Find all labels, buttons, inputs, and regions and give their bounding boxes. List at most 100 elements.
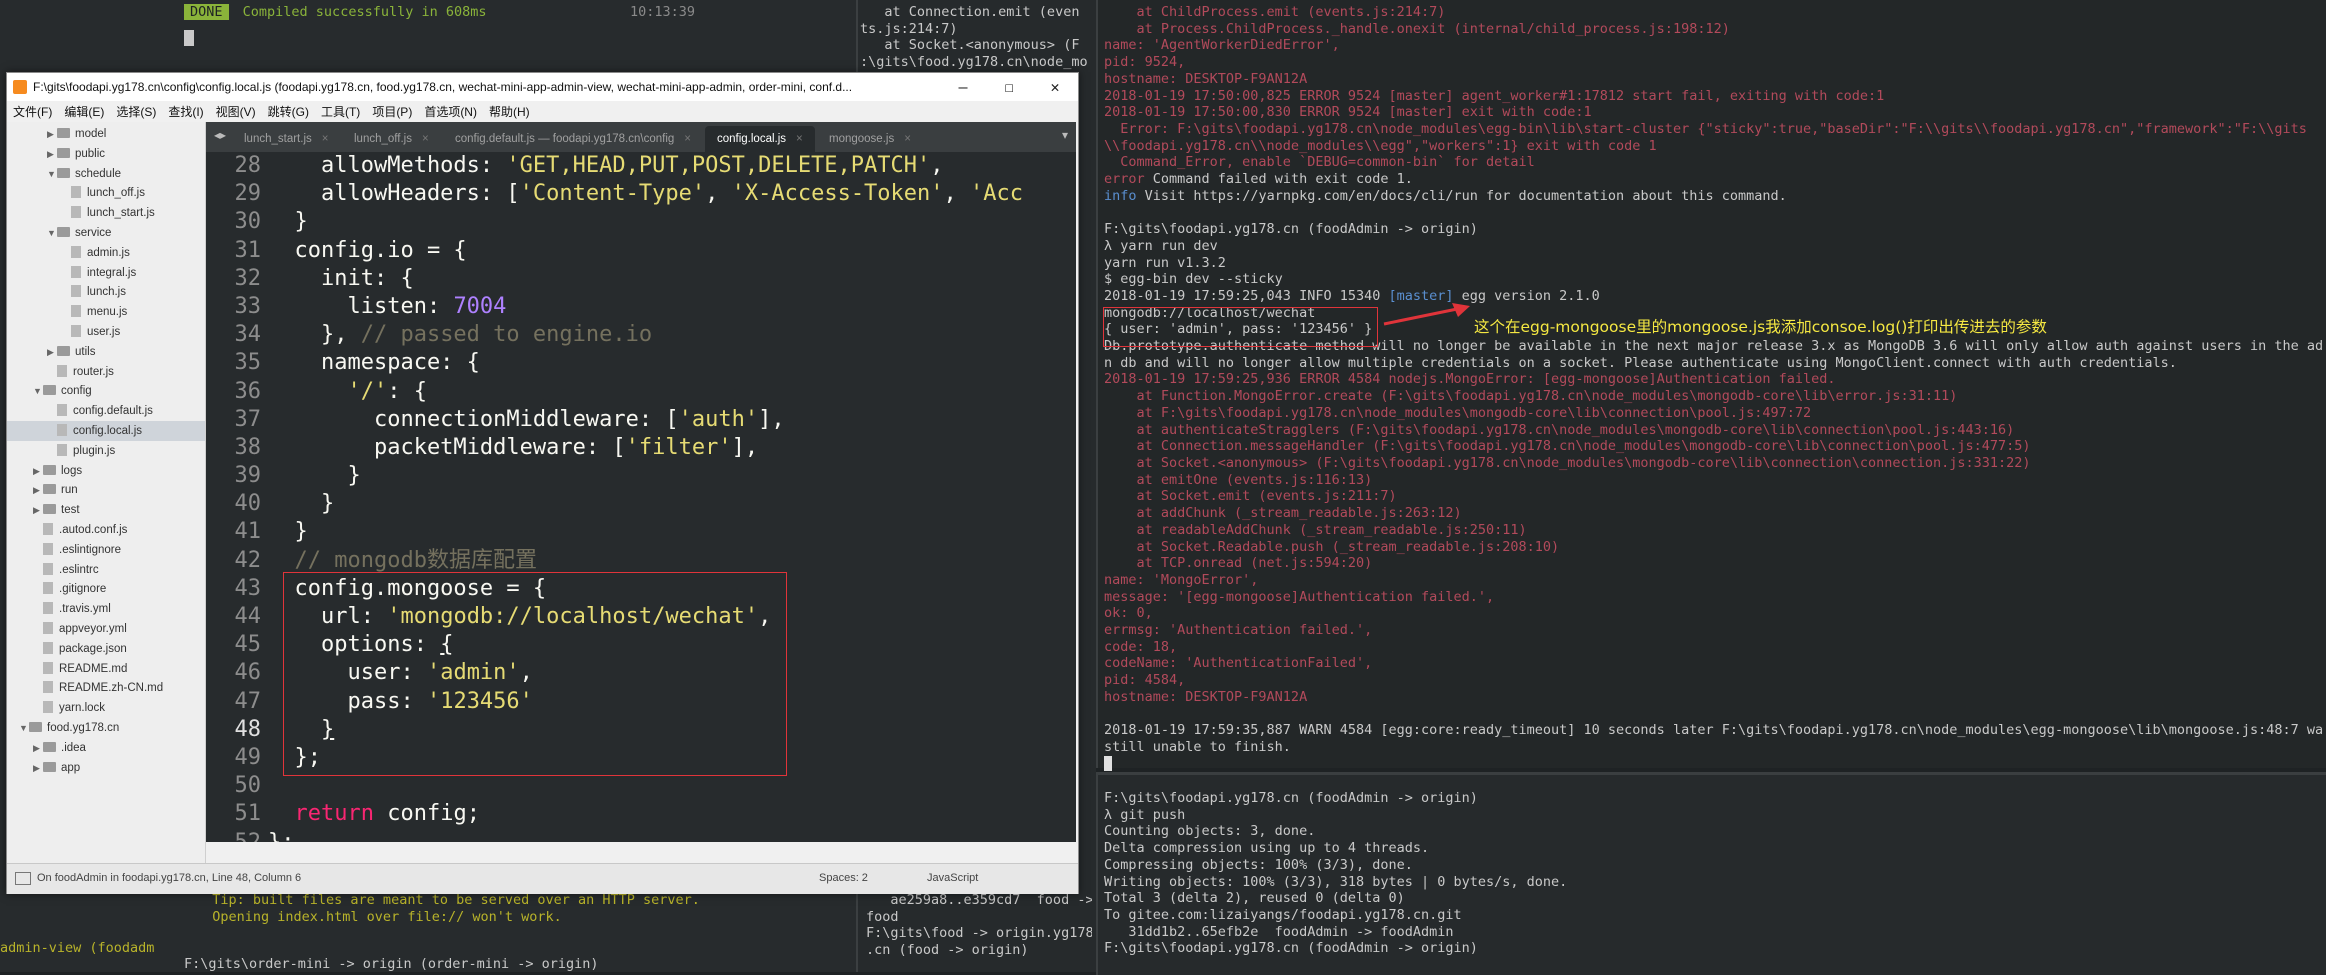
chevron-right-icon[interactable]: ▶ bbox=[33, 480, 43, 500]
panel-toggle-icon[interactable] bbox=[15, 872, 31, 885]
sidebar-folder[interactable]: ▶ public bbox=[7, 144, 205, 164]
sidebar-file[interactable]: .eslintrc bbox=[7, 560, 205, 580]
sidebar-folder[interactable]: ▶ .idea bbox=[7, 738, 205, 758]
sidebar-folder[interactable]: ▶ logs bbox=[7, 461, 205, 481]
editor-titlebar[interactable]: F:\gits\foodapi.yg178.cn\config\config.l… bbox=[7, 73, 1078, 101]
code-line[interactable]: } bbox=[268, 518, 1048, 546]
code-line[interactable]: init: { bbox=[268, 265, 1048, 293]
code-line[interactable] bbox=[268, 772, 1048, 800]
code-line[interactable]: config.io = { bbox=[268, 237, 1048, 265]
sidebar-file[interactable]: lunch_off.js bbox=[7, 183, 205, 203]
sidebar-file[interactable]: .gitignore bbox=[7, 579, 205, 599]
code-line[interactable]: // mongodb数据库配置 bbox=[268, 547, 1048, 575]
chevron-right-icon[interactable]: ▶ bbox=[47, 144, 57, 164]
sidebar-folder[interactable]: ▼ schedule bbox=[7, 164, 205, 184]
chevron-right-icon[interactable]: ▶ bbox=[33, 461, 43, 481]
chevron-down-icon[interactable]: ▼ bbox=[19, 718, 29, 738]
sidebar-folder[interactable]: ▶ app bbox=[7, 758, 205, 778]
sidebar-file[interactable]: lunch.js bbox=[7, 282, 205, 302]
code-line[interactable]: } bbox=[268, 462, 1048, 490]
sidebar-folder[interactable]: ▶ run bbox=[7, 480, 205, 500]
tab-item[interactable]: mongoose.js × bbox=[817, 126, 923, 152]
chevron-down-icon[interactable]: ▼ bbox=[47, 223, 57, 243]
code-line[interactable]: namespace: { bbox=[268, 349, 1048, 377]
menu-item[interactable]: 视图(V) bbox=[216, 103, 256, 120]
tab-scroll-icon[interactable]: ◂▸ bbox=[214, 128, 226, 142]
sidebar-file[interactable]: README.zh-CN.md bbox=[7, 678, 205, 698]
folder-icon bbox=[57, 147, 70, 158]
sidebar-folder[interactable]: ▶ test bbox=[7, 500, 205, 520]
sidebar-item-label: yarn.lock bbox=[59, 702, 106, 715]
sidebar-file[interactable]: .travis.yml bbox=[7, 599, 205, 619]
sidebar-file[interactable]: router.js bbox=[7, 362, 205, 382]
sidebar-file[interactable]: appveyor.yml bbox=[7, 619, 205, 639]
tab-overflow-icon[interactable]: ▾ bbox=[1062, 128, 1068, 142]
tab-item[interactable]: config.default.js — foodapi.yg178.cn\con… bbox=[443, 126, 703, 152]
close-icon[interactable]: × bbox=[422, 133, 429, 145]
chevron-right-icon[interactable]: ▶ bbox=[33, 738, 43, 758]
sidebar-folder[interactable]: ▼ config bbox=[7, 381, 205, 401]
menu-item[interactable]: 文件(F) bbox=[13, 103, 52, 120]
close-icon[interactable]: × bbox=[796, 133, 803, 145]
sidebar-folder[interactable]: ▼ service bbox=[7, 223, 205, 243]
sidebar-file[interactable]: lunch_start.js bbox=[7, 203, 205, 223]
sidebar-file[interactable]: admin.js bbox=[7, 243, 205, 263]
code-line[interactable]: packetMiddleware: ['filter'], bbox=[268, 434, 1048, 462]
code-line[interactable]: } bbox=[268, 490, 1048, 518]
chevron-right-icon[interactable]: ▶ bbox=[47, 124, 57, 144]
sidebar-file[interactable]: package.json bbox=[7, 639, 205, 659]
tab-item[interactable]: lunch_off.js × bbox=[342, 126, 441, 152]
close-icon[interactable]: × bbox=[684, 133, 691, 145]
sidebar-file[interactable]: config.default.js bbox=[7, 401, 205, 421]
file-icon bbox=[57, 424, 67, 436]
code-line[interactable]: }, // passed to engine.io bbox=[268, 321, 1048, 349]
sidebar-file[interactable]: user.js bbox=[7, 322, 205, 342]
chevron-down-icon[interactable]: ▼ bbox=[33, 381, 43, 401]
tab-item[interactable]: config.local.js × bbox=[705, 126, 815, 152]
menu-item[interactable]: 首选项(N) bbox=[424, 103, 477, 120]
code-line[interactable]: listen: 7004 bbox=[268, 293, 1048, 321]
tab-bar[interactable]: ◂▸ ▾ lunch_start.js × lunch_off.js × config.… bbox=[206, 122, 1076, 152]
menu-item[interactable]: 项目(P) bbox=[372, 103, 412, 120]
status-syntax[interactable]: JavaScript bbox=[927, 872, 978, 884]
sidebar-folder[interactable]: ▼ food.yg178.cn bbox=[7, 718, 205, 738]
chevron-down-icon[interactable]: ▼ bbox=[47, 164, 57, 184]
sidebar-file[interactable]: .eslintignore bbox=[7, 540, 205, 560]
menu-item[interactable]: 帮助(H) bbox=[489, 103, 530, 120]
tab-item[interactable]: lunch_start.js × bbox=[232, 126, 340, 152]
sidebar-file[interactable]: .autod.conf.js bbox=[7, 520, 205, 540]
chevron-right-icon[interactable]: ▶ bbox=[33, 500, 43, 520]
sidebar-file[interactable]: plugin.js bbox=[7, 441, 205, 461]
code-line[interactable]: '/': { bbox=[268, 378, 1048, 406]
code-line[interactable]: }; bbox=[268, 829, 1048, 843]
code-line[interactable]: } bbox=[268, 208, 1048, 236]
sidebar-file[interactable]: config.local.js bbox=[7, 421, 205, 441]
chevron-right-icon[interactable]: ▶ bbox=[47, 342, 57, 362]
sidebar-file[interactable]: README.md bbox=[7, 659, 205, 679]
line-number: 40 bbox=[234, 491, 262, 517]
minimize-button[interactable]: — bbox=[940, 78, 986, 96]
sidebar-file[interactable]: integral.js bbox=[7, 263, 205, 283]
menu-item[interactable]: 查找(I) bbox=[168, 103, 203, 120]
sidebar-file[interactable]: yarn.lock bbox=[7, 698, 205, 718]
close-icon[interactable]: × bbox=[322, 133, 329, 145]
menu-item[interactable]: 选择(S) bbox=[116, 103, 156, 120]
menu-item[interactable]: 跳转(G) bbox=[268, 103, 309, 120]
code-line[interactable]: allowMethods: 'GET,HEAD,PUT,POST,DELETE,… bbox=[268, 152, 1048, 180]
menu-item[interactable]: 工具(T) bbox=[321, 103, 360, 120]
sidebar-folder[interactable]: ▶ model bbox=[7, 124, 205, 144]
terminal-line: at F:\gits\foodapi.yg178.cn\node_modules… bbox=[1104, 404, 1812, 421]
file-icon bbox=[43, 681, 53, 694]
maximize-button[interactable]: ☐ bbox=[986, 78, 1032, 96]
chevron-right-icon[interactable]: ▶ bbox=[33, 758, 43, 778]
close-icon[interactable]: × bbox=[904, 133, 911, 145]
project-sidebar[interactable]: ▶ model ▶ public ▼ schedule lunch_off.js lunch_… bbox=[7, 122, 206, 863]
sidebar-file[interactable]: menu.js bbox=[7, 302, 205, 322]
code-line[interactable]: allowHeaders: ['Content-Type', 'X-Access… bbox=[268, 180, 1048, 208]
sidebar-folder[interactable]: ▶ utils bbox=[7, 342, 205, 362]
status-indentation[interactable]: Spaces: 2 bbox=[819, 872, 868, 884]
code-line[interactable]: return config; bbox=[268, 800, 1048, 828]
code-line[interactable]: connectionMiddleware: ['auth'], bbox=[268, 406, 1048, 434]
menu-item[interactable]: 编辑(E) bbox=[64, 103, 104, 120]
close-button[interactable]: ✕ bbox=[1032, 78, 1078, 96]
